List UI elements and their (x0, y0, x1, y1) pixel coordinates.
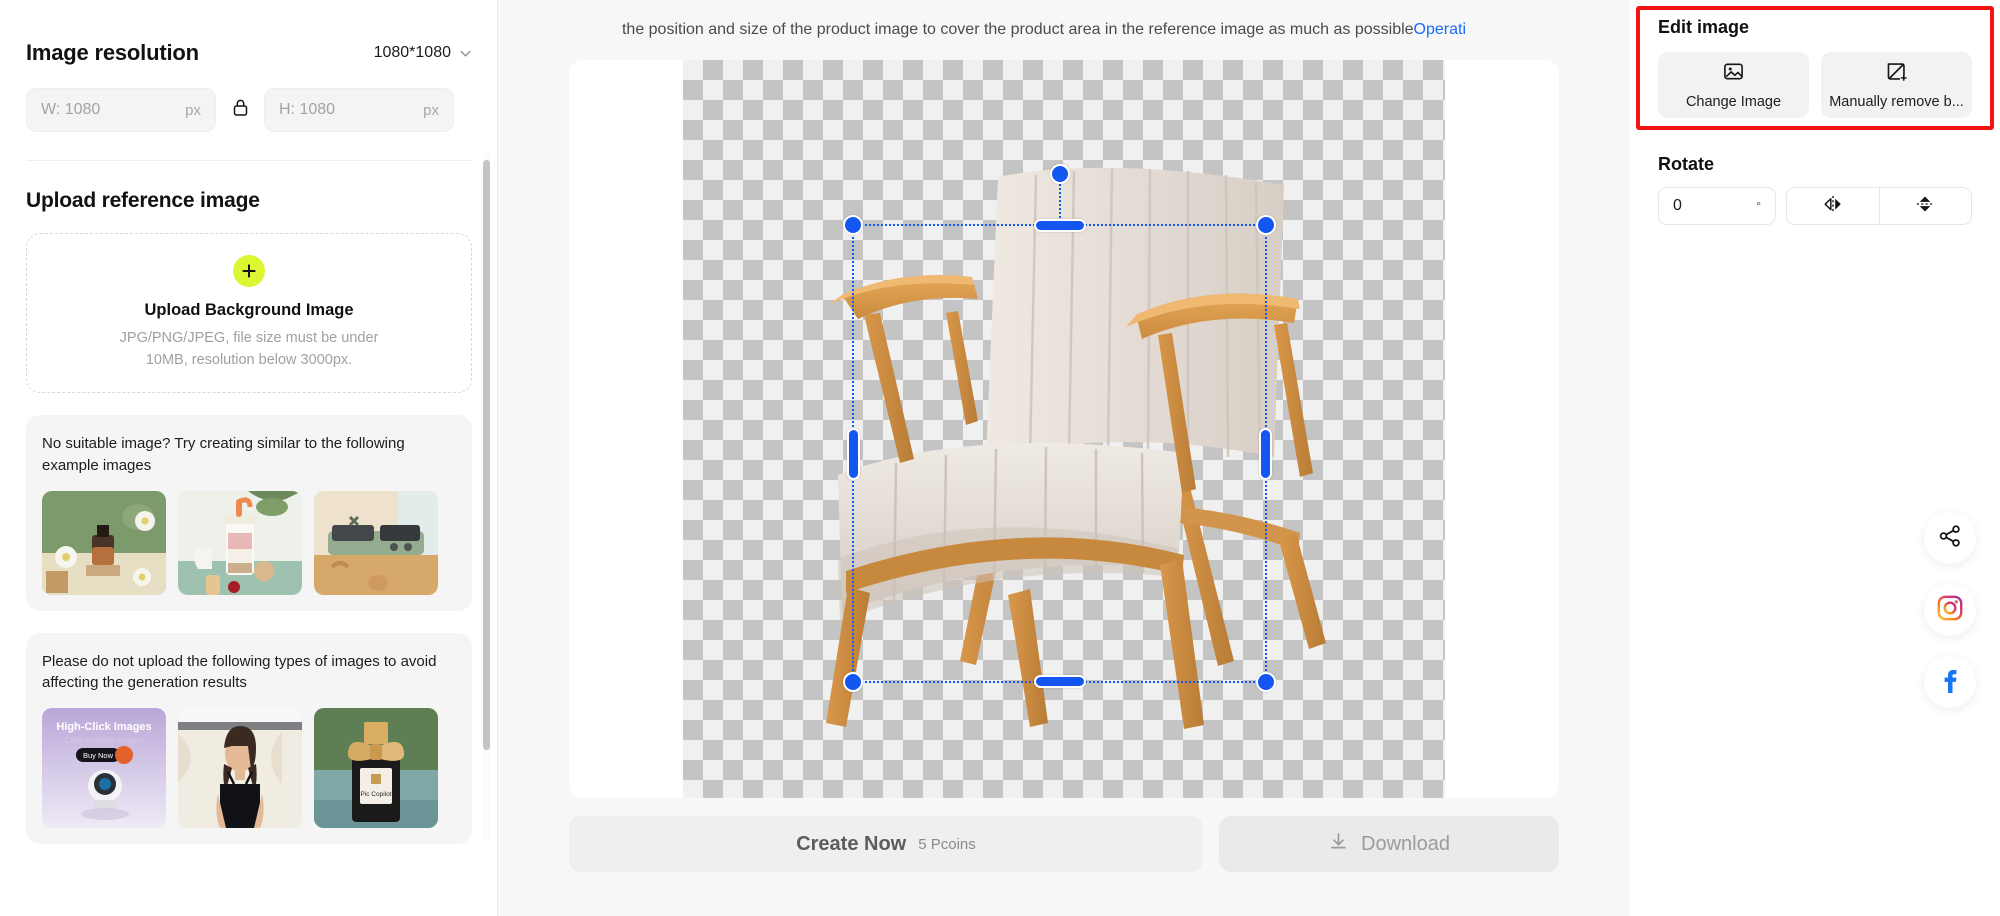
instruction-link[interactable]: Operati (1414, 21, 1466, 38)
svg-text:Click-boosting images: Click-boosting images (65, 736, 143, 745)
create-now-cost: 5 Pcoins (918, 835, 976, 853)
width-placeholder: W: 1080 (41, 101, 101, 118)
avoid-images-text: Please do not upload the following types… (42, 652, 437, 692)
social-share-column (1924, 512, 1976, 708)
instruction-banner: the position and size of the product ima… (498, 0, 1630, 60)
share-icon (1938, 524, 1962, 553)
upload-section-title: Upload reference image (26, 189, 260, 212)
flip-button-group (1786, 187, 1972, 225)
height-input[interactable]: H: 1080 px (264, 88, 454, 132)
create-now-label: Create Now (796, 832, 907, 855)
page-title: Image resolution (26, 40, 199, 65)
width-input[interactable]: W: 1080 px (26, 88, 216, 132)
flip-horizontal-button[interactable] (1787, 188, 1879, 224)
width-unit: px (185, 101, 201, 119)
upload-description: JPG/PNG/JPEG, file size must be under 10… (119, 330, 379, 368)
svg-text:High-Click Images: High-Click Images (56, 721, 151, 733)
download-icon (1328, 831, 1349, 857)
example-thumb-electric-grill[interactable] (314, 490, 438, 595)
dimension-inputs: W: 1080 px H: 1080 px (26, 88, 472, 132)
plus-icon (233, 255, 265, 288)
facebook-button[interactable] (1924, 656, 1976, 708)
aspect-ratio-lock-button[interactable] (216, 88, 264, 132)
facebook-icon (1937, 667, 1963, 698)
canvas-action-bar: Create Now 5 Pcoins Download (569, 816, 1559, 872)
example-images-text: No suitable image? Try creating similar … (42, 435, 405, 474)
manually-remove-background-button[interactable]: Manually remove b... (1821, 52, 1972, 118)
example-thumb-smoothie-cup[interactable] (178, 490, 302, 595)
edit-image-title: Edit image (1658, 17, 1750, 37)
upload-title: Upload Background Image (144, 301, 354, 320)
degree-symbol: ° (1756, 199, 1761, 213)
download-button[interactable]: Download (1219, 816, 1559, 872)
magic-eraser-icon (1886, 61, 1907, 87)
lock-icon (232, 98, 249, 122)
avoid-images-card: Please do not upload the following types… (26, 632, 472, 844)
rotate-handle[interactable] (1049, 164, 1070, 184)
example-thumbnail-row (42, 490, 456, 595)
avoid-thumb-security-camera-ad[interactable]: High-Click Images Click-boosting images … (42, 708, 166, 828)
resolution-preset-dropdown[interactable]: 1080*1080 (374, 44, 472, 62)
resize-handle-bottom-center[interactable] (1033, 675, 1086, 688)
image-canvas-card[interactable] (569, 60, 1559, 798)
svg-text:Pic Copilot: Pic Copilot (360, 791, 391, 798)
flip-vertical-button[interactable] (1880, 188, 1972, 224)
resize-handle-middle-right[interactable] (1259, 427, 1272, 480)
create-now-button[interactable]: Create Now 5 Pcoins (569, 816, 1203, 872)
download-label: Download (1361, 832, 1450, 855)
image-resolution-header: Image resolution 1080*1080 (26, 0, 472, 66)
rotate-angle-value: 0 (1673, 197, 1682, 214)
rotate-controls: 0 ° (1648, 187, 1982, 225)
scrollbar-thumb[interactable] (483, 160, 490, 750)
chevron-down-icon (459, 47, 472, 60)
example-images-card: No suitable image? Try creating similar … (26, 415, 472, 611)
change-image-button[interactable]: Change Image (1658, 52, 1809, 118)
svg-text:Buy Now: Buy Now (83, 751, 114, 760)
avoid-thumbnail-row: High-Click Images Click-boosting images … (42, 708, 456, 828)
change-image-label: Change Image (1685, 93, 1782, 110)
avoid-thumb-model-black-dress[interactable] (178, 708, 302, 828)
resize-handle-top-left[interactable] (843, 215, 863, 235)
resolution-preset-value: 1080*1080 (373, 44, 451, 61)
right-edit-panel: Edit image Change Image Manually remove … (1630, 0, 2000, 916)
upload-background-image-dropzone[interactable]: Upload Background Image JPG/PNG/JPEG, fi… (26, 233, 472, 393)
flip-vertical-icon (1914, 194, 1936, 219)
rotate-angle-input[interactable]: 0 ° (1658, 187, 1776, 225)
app-root: Image resolution 1080*1080 W: 1080 px H:… (0, 0, 2000, 916)
instagram-button[interactable] (1924, 584, 1976, 636)
resize-handle-middle-left[interactable] (847, 427, 860, 480)
instagram-icon (1937, 595, 1963, 626)
resize-handle-top-center[interactable] (1033, 219, 1086, 232)
left-settings-panel: Image resolution 1080*1080 W: 1080 px H:… (0, 0, 498, 916)
left-panel-scrollbar[interactable] (483, 152, 490, 842)
edit-image-actions: Change Image Manually remove b... (1648, 52, 1982, 118)
canvas-workspace: the position and size of the product ima… (498, 0, 1630, 916)
transparency-checkerboard (683, 60, 1445, 798)
manually-remove-background-label: Manually remove b... (1829, 93, 1964, 110)
instruction-body: the position and size of the product ima… (621, 21, 1414, 38)
share-button[interactable] (1924, 512, 1976, 564)
resize-handle-bottom-left[interactable] (843, 672, 863, 692)
flip-horizontal-icon (1822, 194, 1844, 219)
instruction-text: the position and size of the product ima… (622, 21, 1466, 39)
resize-handle-top-right[interactable] (1256, 215, 1276, 235)
height-unit: px (423, 101, 439, 119)
image-icon (1723, 61, 1744, 87)
section-divider (26, 160, 472, 161)
height-placeholder: H: 1080 (279, 101, 336, 118)
avoid-thumb-perfume-gold-bow[interactable]: Pic Copilot (314, 708, 438, 828)
example-thumb-perfume-green[interactable] (42, 490, 166, 595)
rotate-section-title: Rotate (1658, 154, 1715, 174)
resize-handle-bottom-right[interactable] (1256, 672, 1276, 692)
